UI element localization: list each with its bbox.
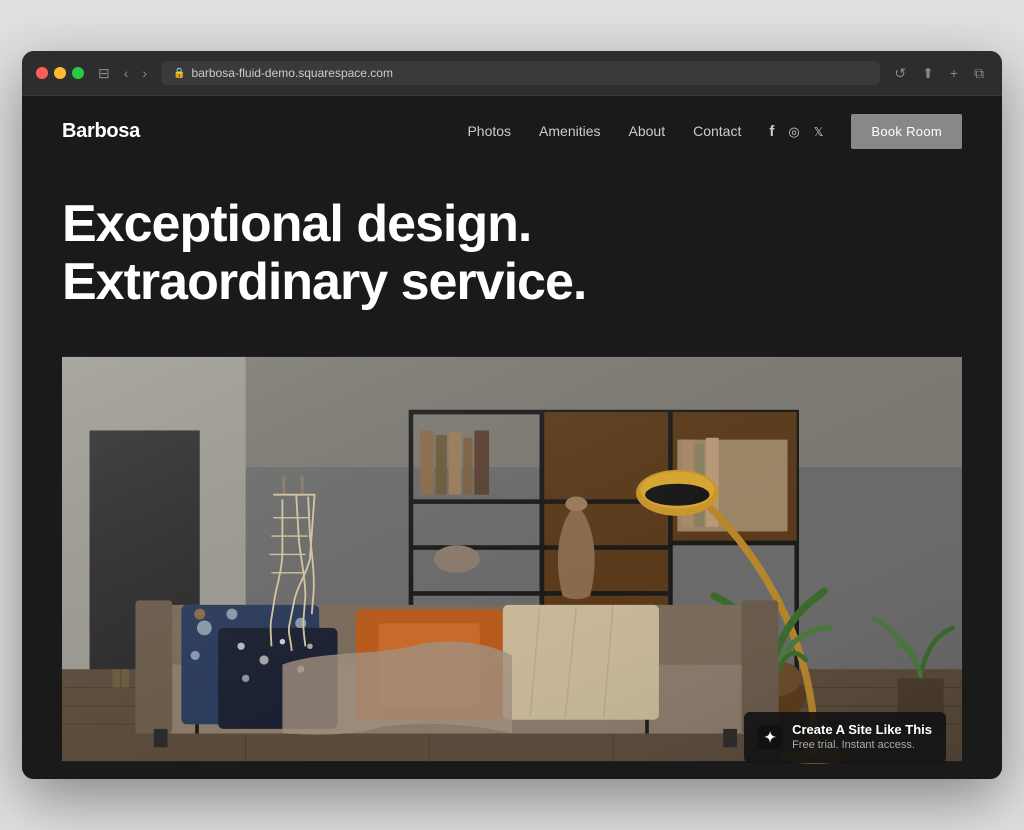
badge-subtitle: Free trial. Instant access. [792,738,932,752]
nav-contact[interactable]: Contact [693,123,741,139]
refresh-button[interactable]: ↺ [890,63,910,84]
squarespace-badge[interactable]: ✦ Create A Site Like This Free trial. In… [744,712,946,763]
tab-icon[interactable]: ⊟ [94,64,114,82]
browser-window: ⊟ ‹ › 🔒 barbosa-fluid-demo.squarespace.c… [22,51,1002,778]
book-room-button[interactable]: Book Room [851,114,962,149]
back-button[interactable]: ‹ [120,64,133,82]
social-icons [769,123,823,140]
website-content: Barbosa Photos Amenities About Contact B… [22,96,1002,778]
badge-title: Create A Site Like This [792,722,932,739]
traffic-lights [36,67,84,79]
minimize-button[interactable] [54,67,66,79]
squarespace-badge-text: Create A Site Like This Free trial. Inst… [792,722,932,753]
hero-image: ✦ Create A Site Like This Free trial. In… [62,339,962,779]
browser-actions: ↺ ⬆ + ⧉ [890,63,988,84]
share-button[interactable]: ⬆ [918,63,938,84]
twitter-icon[interactable] [814,123,824,139]
site-logo[interactable]: Barbosa [62,120,140,143]
browser-controls: ⊟ ‹ › [94,64,151,82]
browser-chrome: ⊟ ‹ › 🔒 barbosa-fluid-demo.squarespace.c… [22,51,1002,96]
facebook-icon[interactable] [769,123,774,140]
instagram-icon[interactable] [788,123,799,140]
hero-section: Exceptional design. Extraordinary servic… [22,166,1002,778]
nav-amenities[interactable]: Amenities [539,123,600,139]
site-header: Barbosa Photos Amenities About Contact B… [22,96,1002,166]
forward-button[interactable]: › [138,64,151,82]
address-bar[interactable]: 🔒 barbosa-fluid-demo.squarespace.com [161,61,880,85]
close-button[interactable] [36,67,48,79]
squarespace-logo-icon: ✦ [758,725,782,749]
hero-headline: Exceptional design. Extraordinary servic… [62,196,962,310]
site-nav: Photos Amenities About Contact Book Room [467,114,962,149]
add-tab-button[interactable]: + [946,63,962,83]
nav-about[interactable]: About [629,123,666,139]
maximize-button[interactable] [72,67,84,79]
hero-headline-line2: Extraordinary service. [62,253,586,311]
duplicate-button[interactable]: ⧉ [970,63,988,84]
url-text: barbosa-fluid-demo.squarespace.com [192,66,393,80]
nav-photos[interactable]: Photos [467,123,511,139]
hero-headline-line1: Exceptional design. [62,195,531,253]
lock-icon: 🔒 [173,68,185,79]
